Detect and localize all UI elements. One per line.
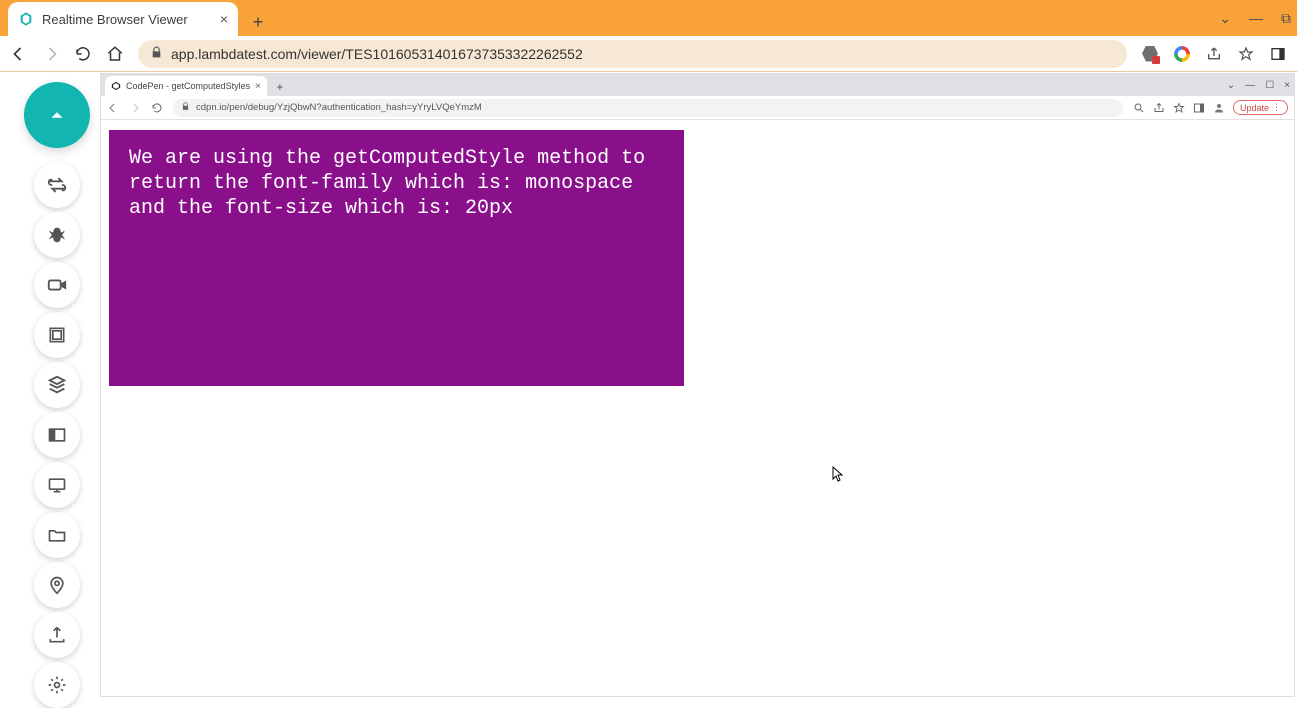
record-video-button[interactable] [34, 262, 80, 308]
share-icon[interactable] [1205, 45, 1223, 63]
inner-tabsearch-icon[interactable]: ⌄ [1227, 80, 1235, 91]
side-rail [0, 72, 100, 699]
resolution-button[interactable] [34, 412, 80, 458]
outer-tabsearch-icon[interactable]: ⌄ [1219, 10, 1231, 27]
inner-minimize-icon[interactable]: — [1245, 80, 1255, 91]
outer-tab-title: Realtime Browser Viewer [42, 12, 212, 27]
inner-reload-button[interactable] [151, 102, 163, 114]
outer-minimize-icon[interactable]: — [1249, 10, 1263, 26]
outer-toolbar: app.lambdatest.com/viewer/TES10160531401… [0, 36, 1297, 72]
update-label: Update [1240, 103, 1269, 113]
collapse-fab-button[interactable] [24, 82, 90, 148]
inner-new-tab-button[interactable]: + [271, 78, 289, 96]
inner-update-button[interactable]: Update ⋮ [1233, 100, 1288, 115]
inner-lock-icon [181, 102, 190, 114]
inner-star-icon[interactable] [1173, 102, 1185, 114]
outer-new-tab-button[interactable]: + [244, 8, 272, 36]
outer-reload-button[interactable] [74, 45, 92, 63]
settings-button[interactable] [34, 662, 80, 708]
lambdatest-favicon-icon [18, 11, 34, 27]
mark-bug-button[interactable] [34, 212, 80, 258]
inner-zoom-icon[interactable] [1133, 102, 1145, 114]
outer-window-controls: ⌄ — ⧉ [1219, 0, 1291, 36]
lock-icon [150, 46, 163, 62]
inner-content-area[interactable]: We are using the getComputedStyle method… [101, 120, 1294, 696]
inner-maximize-icon[interactable]: ☐ [1265, 80, 1274, 91]
inner-browser-tab[interactable]: CodePen - getComputedStyles × [105, 76, 267, 96]
outer-back-button[interactable] [10, 45, 28, 63]
geolocation-button[interactable] [34, 562, 80, 608]
outer-browser-tab[interactable]: Realtime Browser Viewer × [8, 2, 238, 36]
projects-button[interactable] [34, 362, 80, 408]
inner-tabstrip: CodePen - getComputedStyles × + ⌄ — ☐ × [101, 74, 1294, 96]
extension-icon[interactable] [1141, 45, 1159, 63]
bookmark-star-icon[interactable] [1237, 45, 1255, 63]
inner-back-button[interactable] [107, 102, 119, 114]
inner-toolbar: cdpn.io/pen/debug/YzjQbwN?authentication… [101, 96, 1294, 120]
codepen-favicon-icon [111, 81, 121, 91]
inner-window-controls: ⌄ — ☐ × [1227, 74, 1290, 96]
viewer-body: CodePen - getComputedStyles × + ⌄ — ☐ × [0, 72, 1297, 699]
inner-close-icon[interactable]: × [1284, 80, 1290, 91]
remote-browser-frame: CodePen - getComputedStyles × + ⌄ — ☐ × [100, 73, 1295, 697]
outer-address-bar[interactable]: app.lambdatest.com/viewer/TES10160531401… [138, 40, 1127, 68]
inner-right-icons: Update ⋮ [1133, 100, 1288, 115]
inner-tab-title: CodePen - getComputedStyles [126, 81, 250, 91]
switch-session-button[interactable] [34, 162, 80, 208]
inner-share-icon[interactable] [1153, 102, 1165, 114]
outer-right-icons [1141, 45, 1287, 63]
outer-forward-button[interactable] [42, 45, 60, 63]
inner-tab-close-icon[interactable]: × [255, 81, 261, 92]
mouse-cursor-icon [832, 466, 844, 482]
inner-sidepanel-icon[interactable] [1193, 102, 1205, 114]
sidepanel-icon[interactable] [1269, 45, 1287, 63]
kebab-icon: ⋮ [1272, 102, 1281, 113]
inner-profile-icon[interactable] [1213, 102, 1225, 114]
screenshot-button[interactable] [34, 312, 80, 358]
outer-maximize-icon[interactable]: ⧉ [1281, 10, 1291, 27]
output-panel: We are using the getComputedStyle method… [109, 130, 684, 386]
outer-tab-close-icon[interactable]: × [220, 11, 228, 27]
files-button[interactable] [34, 512, 80, 558]
upload-button[interactable] [34, 612, 80, 658]
inner-url-text: cdpn.io/pen/debug/YzjQbwN?authentication… [196, 102, 482, 113]
inner-address-bar[interactable]: cdpn.io/pen/debug/YzjQbwN?authentication… [173, 99, 1123, 117]
outer-home-button[interactable] [106, 45, 124, 63]
output-text: We are using the getComputedStyle method… [129, 146, 664, 221]
devtools-button[interactable] [34, 462, 80, 508]
inner-forward-button[interactable] [129, 102, 141, 114]
outer-url-text: app.lambdatest.com/viewer/TES10160531401… [171, 46, 583, 62]
google-account-icon[interactable] [1173, 45, 1191, 63]
outer-tabstrip: Realtime Browser Viewer × + ⌄ — ⧉ [0, 0, 1297, 36]
